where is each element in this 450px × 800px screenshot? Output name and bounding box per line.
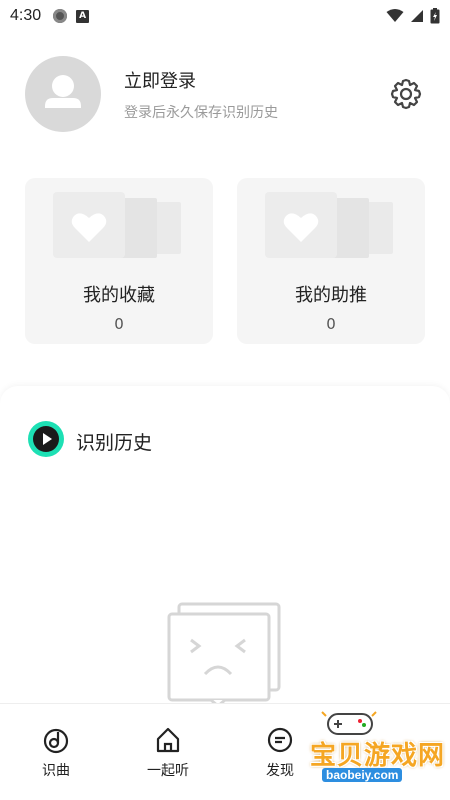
discover-icon	[267, 727, 293, 753]
empty-state-icon	[167, 602, 281, 708]
login-subtitle: 登录后永久保存识别历史	[124, 105, 278, 121]
status-bar: 4:30 A	[0, 0, 450, 32]
signal-icon	[411, 10, 423, 22]
play-icon	[28, 421, 64, 457]
watermark: 宝贝游戏网 baobeiy.com	[300, 708, 450, 788]
login-title[interactable]: 立即登录	[124, 67, 196, 93]
favorites-card[interactable]: 我的收藏 0	[25, 178, 213, 344]
notification-icon	[53, 9, 68, 23]
avatar[interactable]	[25, 56, 101, 132]
status-icons	[386, 8, 440, 24]
gamepad-icon	[321, 711, 377, 735]
nav-label-listen-together: 一起听	[147, 763, 189, 779]
status-time: 4:30	[10, 7, 42, 24]
boost-count: 0	[326, 315, 336, 333]
wifi-icon	[386, 9, 404, 22]
settings-button[interactable]	[389, 77, 423, 111]
history-title: 识别历史	[76, 432, 153, 454]
boost-title: 我的助推	[295, 285, 367, 306]
boost-card[interactable]: 我的助推 0	[237, 178, 425, 344]
favorites-title: 我的收藏	[83, 285, 155, 306]
nav-label-recognize: 识曲	[42, 763, 70, 779]
app-notification-icon: A	[76, 9, 90, 23]
nav-item-recognize[interactable]: 识曲	[21, 726, 91, 780]
watermark-text: 宝贝游戏网	[310, 741, 446, 771]
user-icon	[45, 75, 81, 108]
heart-illustration-icon	[53, 192, 181, 258]
battery-icon	[430, 8, 440, 24]
heart-illustration-icon	[265, 192, 393, 258]
gear-icon	[390, 78, 422, 110]
watermark-sub: baobeiy.com	[322, 768, 403, 782]
music-note-icon	[43, 728, 69, 754]
nav-item-listen-together[interactable]: 一起听	[133, 726, 203, 780]
home-icon	[156, 727, 180, 753]
favorites-count: 0	[114, 315, 124, 333]
